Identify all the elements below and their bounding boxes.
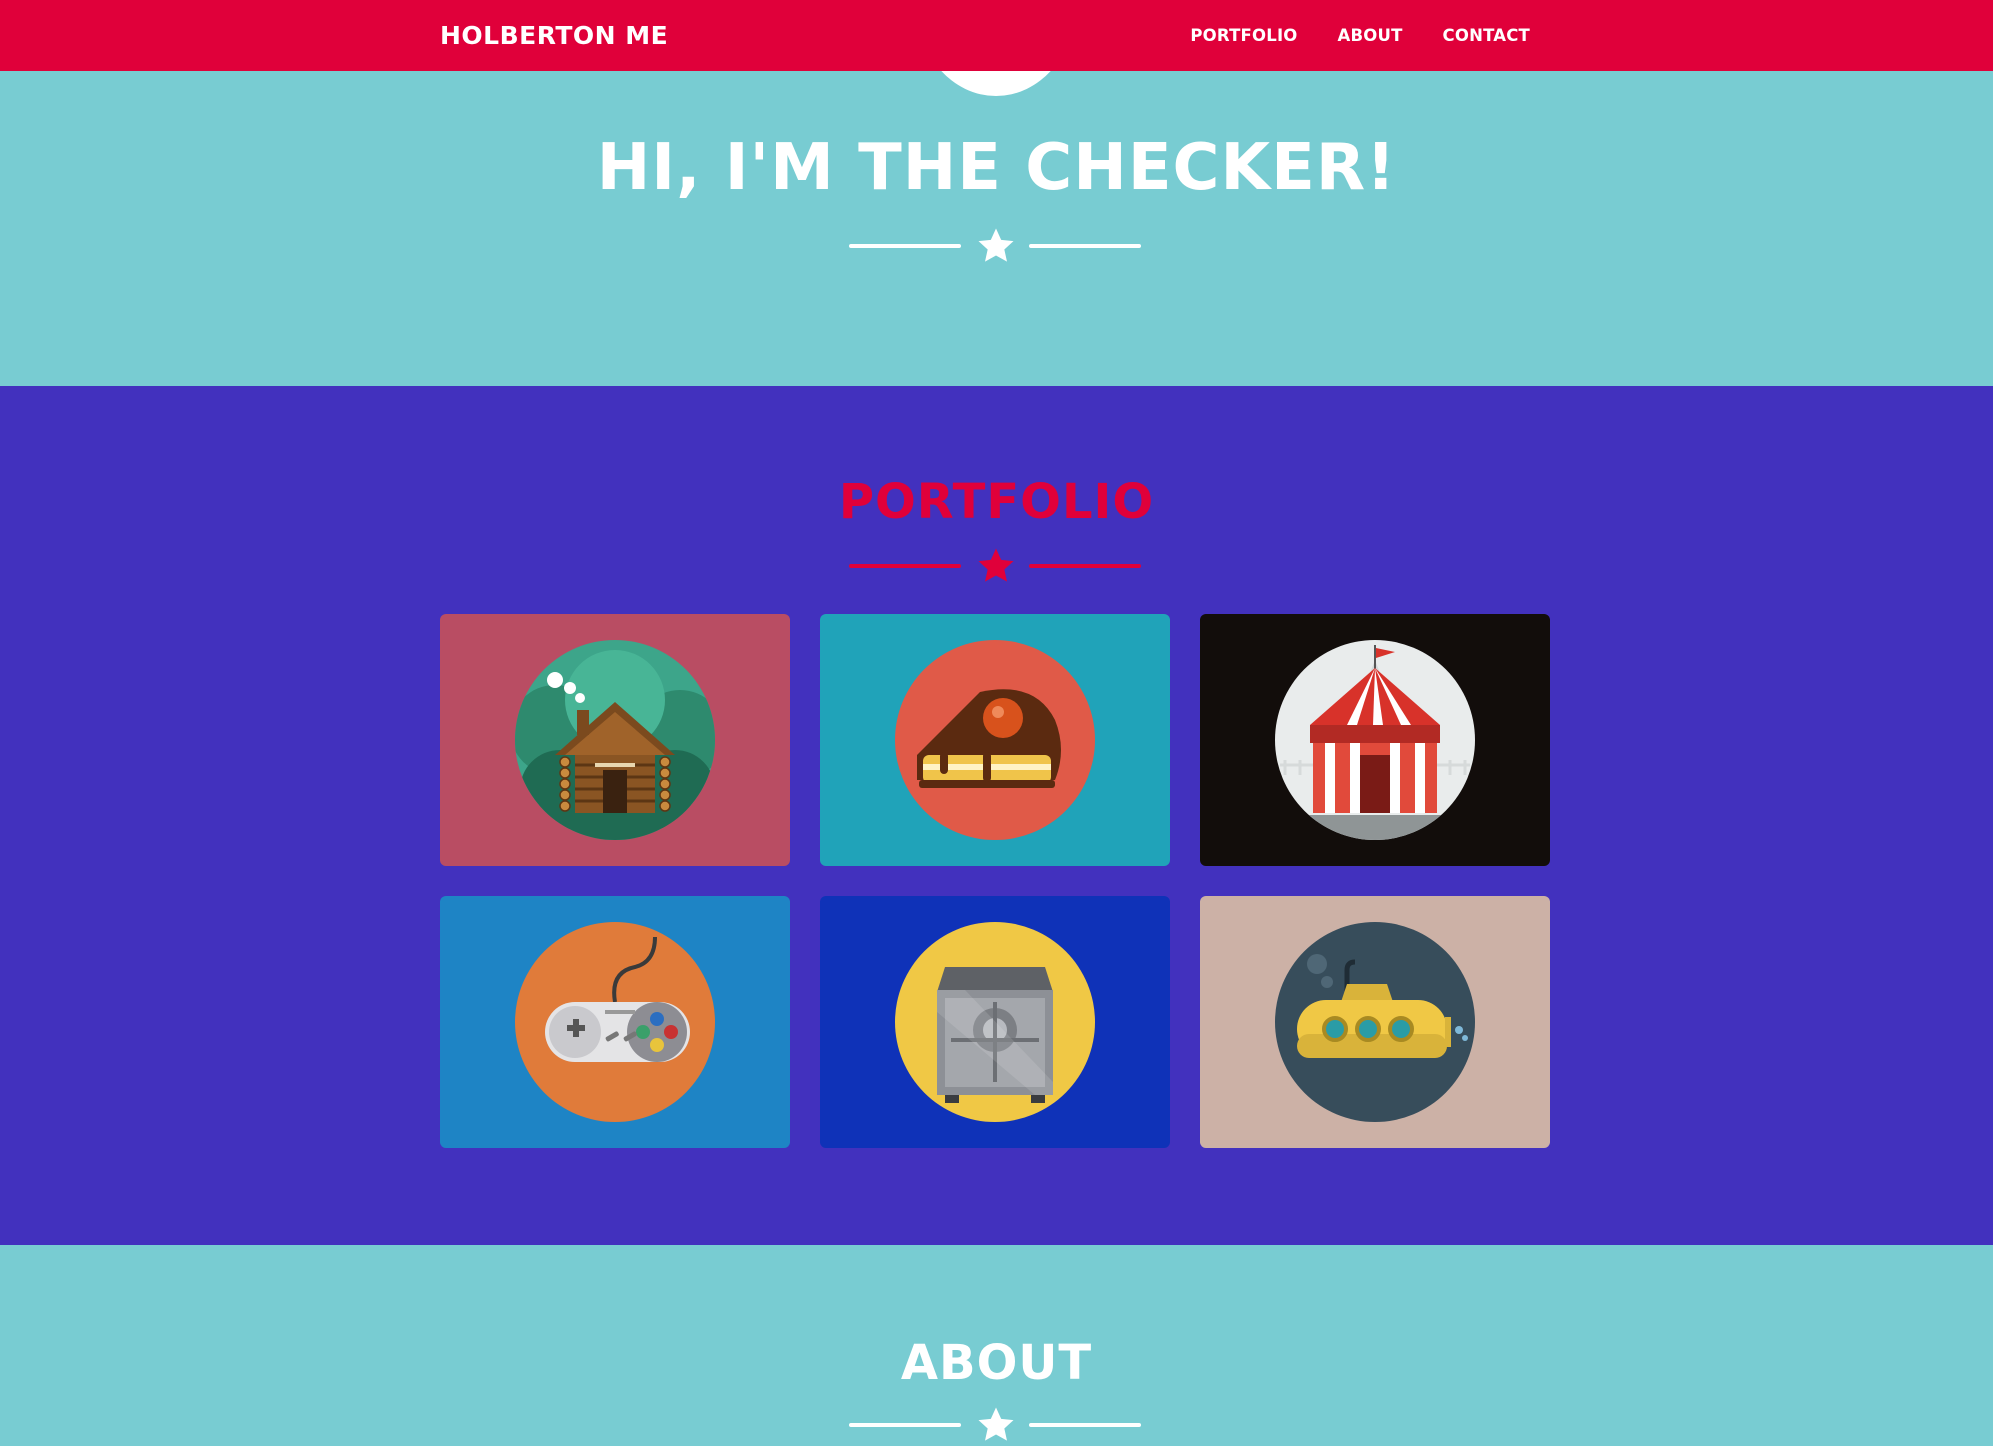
star-icon (978, 228, 1014, 262)
divider-line (849, 564, 961, 568)
portfolio-item-circus[interactable] (1200, 614, 1550, 866)
brand-link[interactable]: HOLBERTON ME (440, 0, 668, 71)
portfolio-section: PORTFOLIO (0, 386, 1993, 1245)
portfolio-item-cake[interactable] (820, 614, 1170, 866)
nav-link-about[interactable]: ABOUT (1298, 0, 1403, 71)
cake-icon (895, 640, 1095, 840)
cabin-icon (515, 640, 715, 840)
navbar: HOLBERTON ME PORTFOLIO ABOUT CONTACT (0, 0, 1993, 71)
hero-divider (0, 226, 1993, 266)
avatar (916, 71, 1076, 96)
safe-icon (895, 922, 1095, 1122)
circus-tent-icon (1275, 640, 1475, 840)
portfolio-item-cabin[interactable] (440, 614, 790, 866)
about-divider (0, 1405, 1993, 1445)
about-section: ABOUT (0, 1245, 1993, 1446)
divider-line (1029, 244, 1141, 248)
about-title: ABOUT (900, 1335, 1093, 1391)
nav-link-portfolio[interactable]: PORTFOLIO (1150, 0, 1297, 71)
hero-section: HI, I'M THE CHECKER! (0, 71, 1993, 386)
nav-links: PORTFOLIO ABOUT CONTACT (1150, 0, 1530, 71)
star-icon (978, 1407, 1014, 1441)
star-icon (978, 548, 1014, 582)
nav-link-contact[interactable]: CONTACT (1403, 0, 1530, 71)
game-controller-icon (515, 922, 715, 1122)
divider-line (1029, 1423, 1141, 1427)
portfolio-title: PORTFOLIO (838, 474, 1155, 530)
divider-line (849, 244, 961, 248)
divider-line (849, 1423, 961, 1427)
submarine-icon (1275, 922, 1475, 1122)
portfolio-item-submarine[interactable] (1200, 896, 1550, 1148)
portfolio-item-controller[interactable] (440, 896, 790, 1148)
portfolio-item-safe[interactable] (820, 896, 1170, 1148)
portfolio-divider (0, 546, 1993, 586)
divider-line (1029, 564, 1141, 568)
hero-title: HI, I'M THE CHECKER! (596, 131, 1397, 205)
